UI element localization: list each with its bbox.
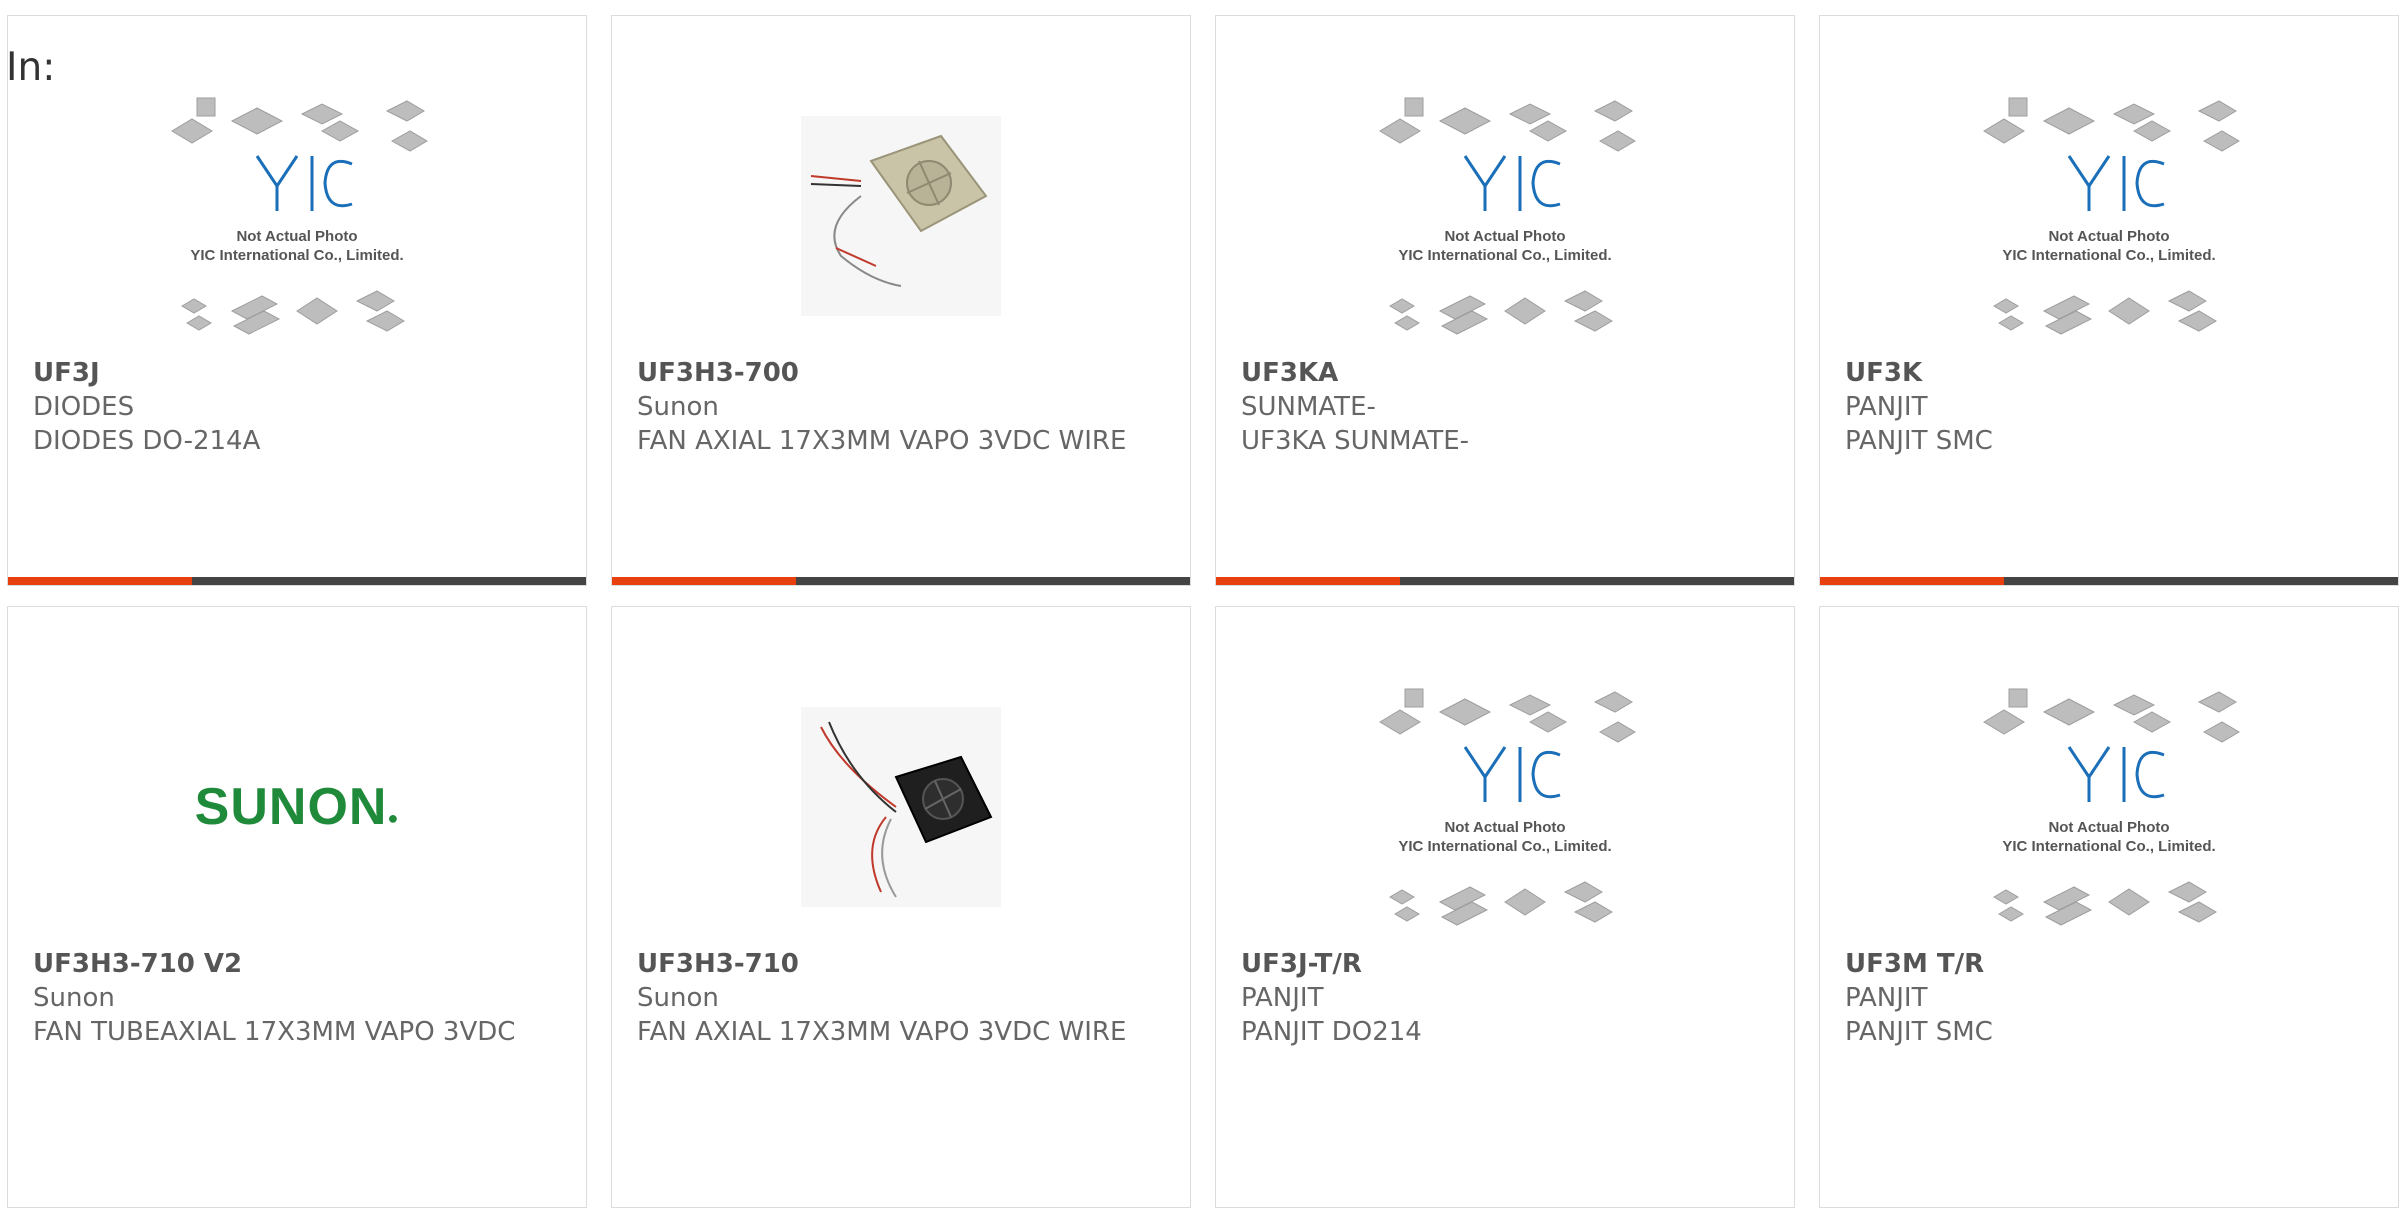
product-info: UF3M T/R PANJIT PANJIT SMC bbox=[1845, 947, 2373, 1049]
card-accent-bar bbox=[8, 577, 586, 585]
product-card[interactable]: Not Actual Photo YIC International Co., … bbox=[1819, 15, 2399, 586]
brand: PANJIT bbox=[1845, 983, 1928, 1013]
brand: Sunon bbox=[637, 983, 719, 1013]
brand: PANJIT bbox=[1241, 983, 1324, 1013]
placeholder-line2: YIC International Co., Limited. bbox=[190, 247, 403, 264]
product-image[interactable]: Not Actual Photo YIC International Co., … bbox=[1216, 657, 1794, 957]
brand: Sunon bbox=[33, 983, 115, 1013]
product-info: UF3H3-700 Sunon FAN AXIAL 17X3MM VAPO 3V… bbox=[637, 356, 1165, 458]
product-image[interactable] bbox=[612, 66, 1190, 366]
brand: PANJIT bbox=[1845, 392, 1928, 422]
card-accent-bar bbox=[1216, 577, 1794, 585]
card-accent-bar bbox=[1820, 577, 2398, 585]
placeholder-line1: Not Actual Photo bbox=[2048, 819, 2169, 836]
product-card[interactable]: SUNON● UF3H3-710 V2 Sunon FAN TUBEAXIAL … bbox=[7, 606, 587, 1208]
product-grid: Not Actual Photo YIC International Co., … bbox=[7, 15, 2400, 1208]
product-card[interactable]: Not Actual Photo YIC International Co., … bbox=[1215, 15, 1795, 586]
card-accent-bar bbox=[612, 577, 1190, 585]
description: PANJIT DO214 bbox=[1241, 1017, 1422, 1047]
description: PANJIT SMC bbox=[1845, 1017, 1993, 1047]
sunon-logo: SUNON● bbox=[195, 777, 400, 837]
description: UF3KA SUNMATE- bbox=[1241, 426, 1470, 456]
placeholder-line1: Not Actual Photo bbox=[1444, 228, 1565, 245]
in-label: In: bbox=[6, 45, 56, 90]
part-number[interactable]: UF3M T/R bbox=[1845, 947, 2373, 981]
brand: SUNMATE- bbox=[1241, 392, 1376, 422]
product-image[interactable]: SUNON● bbox=[8, 657, 586, 957]
part-number[interactable]: UF3K bbox=[1845, 356, 2373, 390]
product-info: UF3J-T/R PANJIT PANJIT DO214 bbox=[1241, 947, 1769, 1049]
product-card[interactable]: Not Actual Photo YIC International Co., … bbox=[7, 15, 587, 586]
fan-black-photo bbox=[801, 707, 1001, 907]
description: FAN TUBEAXIAL 17X3MM VAPO 3VDC bbox=[33, 1017, 516, 1047]
part-number[interactable]: UF3J-T/R bbox=[1241, 947, 1769, 981]
not-actual-photo-placeholder: Not Actual Photo YIC International Co., … bbox=[171, 97, 428, 335]
product-card[interactable]: UF3H3-710 Sunon FAN AXIAL 17X3MM VAPO 3V… bbox=[611, 606, 1191, 1208]
part-number[interactable]: UF3KA bbox=[1241, 356, 1769, 390]
description: PANJIT SMC bbox=[1845, 426, 1993, 456]
product-card[interactable]: UF3H3-700 Sunon FAN AXIAL 17X3MM VAPO 3V… bbox=[611, 15, 1191, 586]
product-info: UF3J DIODES DIODES DO-214A bbox=[33, 356, 561, 458]
not-actual-photo-placeholder: Not Actual Photo YIC International Co., … bbox=[1983, 688, 2240, 926]
not-actual-photo-placeholder: Not Actual Photo YIC International Co., … bbox=[1379, 688, 1636, 926]
part-number[interactable]: UF3H3-710 bbox=[637, 947, 1165, 981]
part-number[interactable]: UF3H3-710 V2 bbox=[33, 947, 561, 981]
brand: Sunon bbox=[637, 392, 719, 422]
product-card[interactable]: Not Actual Photo YIC International Co., … bbox=[1215, 606, 1795, 1208]
not-actual-photo-placeholder: Not Actual Photo YIC International Co., … bbox=[1379, 97, 1636, 335]
product-image[interactable]: Not Actual Photo YIC International Co., … bbox=[8, 66, 586, 366]
product-card[interactable]: Not Actual Photo YIC International Co., … bbox=[1819, 606, 2399, 1208]
part-number[interactable]: UF3J bbox=[33, 356, 561, 390]
product-info: UF3K PANJIT PANJIT SMC bbox=[1845, 356, 2373, 458]
placeholder-line2: YIC International Co., Limited. bbox=[2002, 247, 2215, 264]
brand: DIODES bbox=[33, 392, 135, 422]
product-info: UF3H3-710 V2 Sunon FAN TUBEAXIAL 17X3MM … bbox=[33, 947, 561, 1049]
product-info: UF3KA SUNMATE- UF3KA SUNMATE- bbox=[1241, 356, 1769, 458]
description: DIODES DO-214A bbox=[33, 426, 261, 456]
logo-dot: ● bbox=[387, 808, 400, 828]
placeholder-line2: YIC International Co., Limited. bbox=[1398, 247, 1611, 264]
description: FAN AXIAL 17X3MM VAPO 3VDC WIRE bbox=[637, 426, 1127, 456]
product-image[interactable]: Not Actual Photo YIC International Co., … bbox=[1820, 66, 2398, 366]
placeholder-line1: Not Actual Photo bbox=[2048, 228, 2169, 245]
placeholder-line2: YIC International Co., Limited. bbox=[1398, 838, 1611, 855]
placeholder-line2: YIC International Co., Limited. bbox=[2002, 838, 2215, 855]
part-number[interactable]: UF3H3-700 bbox=[637, 356, 1165, 390]
fan-beige-photo bbox=[801, 116, 1001, 316]
placeholder-line1: Not Actual Photo bbox=[236, 228, 357, 245]
product-info: UF3H3-710 Sunon FAN AXIAL 17X3MM VAPO 3V… bbox=[637, 947, 1165, 1049]
sunon-logo-text: SUNON bbox=[194, 778, 388, 836]
not-actual-photo-placeholder: Not Actual Photo YIC International Co., … bbox=[1983, 97, 2240, 335]
description: FAN AXIAL 17X3MM VAPO 3VDC WIRE bbox=[637, 1017, 1127, 1047]
product-image[interactable]: Not Actual Photo YIC International Co., … bbox=[1820, 657, 2398, 957]
product-image[interactable] bbox=[612, 657, 1190, 957]
placeholder-line1: Not Actual Photo bbox=[1444, 819, 1565, 836]
product-image[interactable]: Not Actual Photo YIC International Co., … bbox=[1216, 66, 1794, 366]
